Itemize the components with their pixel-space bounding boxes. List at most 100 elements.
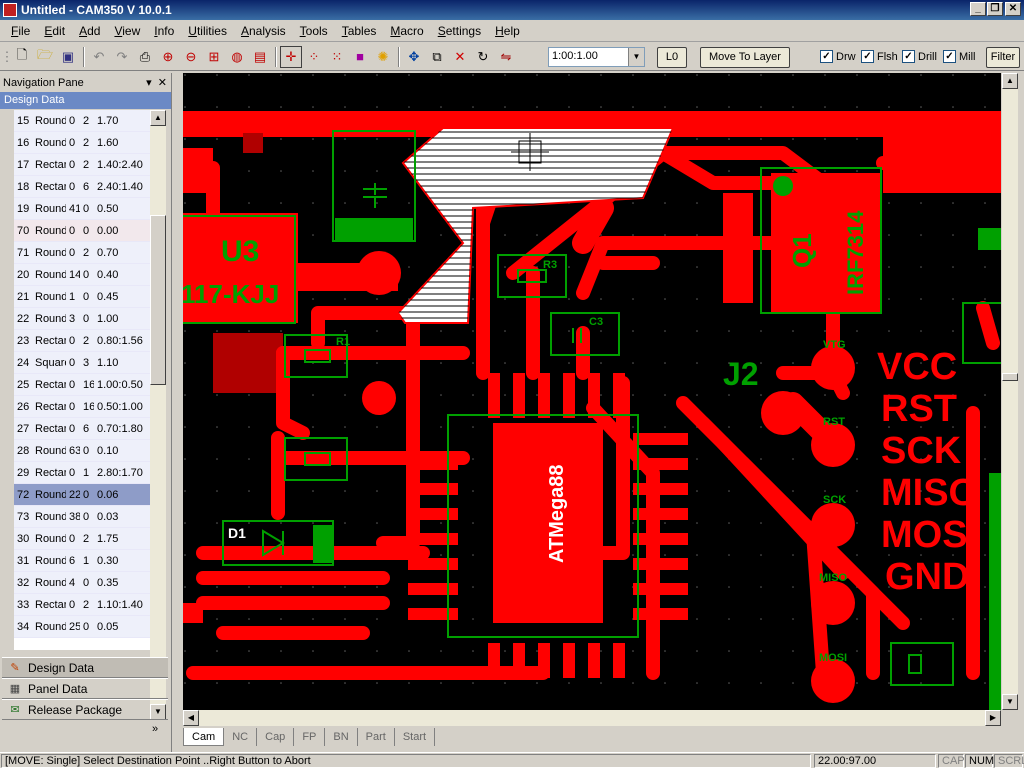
tab-part[interactable]: Part xyxy=(358,728,395,746)
pcb-canvas[interactable]: U3 117-KJJ J2 Q1 IRF7314 R3 C3 R1 VTG RS… xyxy=(183,73,1001,710)
rotate-icon[interactable]: ↻ xyxy=(472,46,494,68)
zoom-out-icon[interactable]: ⊖ xyxy=(180,46,202,68)
aperture-row[interactable]: 30 Round 0 2 1.75 xyxy=(14,528,150,550)
aperture-a: 0 xyxy=(69,136,76,149)
aperture-row[interactable]: 23 Rectar 0 2 0.80:1.56 xyxy=(14,330,150,352)
aperture-list-scrollbar[interactable]: ▲ ▼ xyxy=(150,110,166,720)
nav-panel-data[interactable]: ▦ Panel Data xyxy=(2,678,168,699)
new-file-icon[interactable]: 🗋 xyxy=(11,46,33,68)
nav-design-data[interactable]: ✎ Design Data xyxy=(2,657,168,678)
minimize-button[interactable]: _ xyxy=(970,2,986,16)
copy-icon[interactable]: ⧉ xyxy=(426,46,448,68)
zoom-in-icon[interactable]: ⊕ xyxy=(157,46,179,68)
zoom-all-icon[interactable]: ▤ xyxy=(249,46,271,68)
move-to-layer-button[interactable]: Move To Layer xyxy=(700,47,790,68)
layer-color-icon[interactable]: ■ xyxy=(349,46,371,68)
tab-nc[interactable]: NC xyxy=(224,728,258,746)
menu-tools[interactable]: Tools xyxy=(293,24,335,38)
close-button[interactable]: ✕ xyxy=(1005,2,1021,16)
pcb-drawing[interactable]: U3 117-KJJ J2 Q1 IRF7314 R3 C3 R1 VTG RS… xyxy=(183,73,1001,710)
aperture-row[interactable]: 16 Round 0 2 1.60 xyxy=(14,132,150,154)
aperture-b: 0 xyxy=(83,268,90,281)
print-icon[interactable]: ⎙ xyxy=(134,46,156,68)
menu-utilities[interactable]: Utilities xyxy=(181,24,234,38)
aperture-row[interactable]: 17 Rectar 0 2 1.40:2.40 xyxy=(14,154,150,176)
scroll-left-icon[interactable]: ◀ xyxy=(183,710,199,726)
scroll-right-icon[interactable]: ▶ xyxy=(985,710,1001,726)
aperture-row[interactable]: 15 Round 0 2 1.70 xyxy=(14,110,150,132)
menu-tables[interactable]: Tables xyxy=(335,24,384,38)
draw-checkbox[interactable]: ✓ Drw xyxy=(820,50,856,63)
aperture-row[interactable]: 20 Round 14 0 0.40 xyxy=(14,264,150,286)
save-icon[interactable]: ▣ xyxy=(57,46,79,68)
tab-bn[interactable]: BN xyxy=(325,728,358,746)
grid-icon[interactable]: ⁙ xyxy=(326,46,348,68)
board-edge-silk xyxy=(989,473,1001,710)
aperture-row[interactable]: 31 Round 6 1 0.30 xyxy=(14,550,150,572)
aperture-row[interactable]: 32 Round 4 0 0.35 xyxy=(14,572,150,594)
close-icon[interactable]: ▾ ✕ xyxy=(146,76,167,89)
chevron-down-icon[interactable]: ▼ xyxy=(628,48,644,66)
layer-button[interactable]: L0 xyxy=(657,47,687,68)
mirror-icon[interactable]: ⇋ xyxy=(495,46,517,68)
aperture-row[interactable]: 22 Round 3 0 1.00 xyxy=(14,308,150,330)
menu-edit[interactable]: Edit xyxy=(37,24,72,38)
menu-analysis[interactable]: Analysis xyxy=(234,24,293,38)
canvas-horizontal-scrollbar[interactable]: ◀ ▶ xyxy=(183,710,1001,726)
aperture-row[interactable]: 72 Round 22 0 0.06 xyxy=(14,484,150,506)
grid-dots-icon[interactable]: ⁘ xyxy=(303,46,325,68)
aperture-row[interactable]: 70 Round 0 0 0.00 xyxy=(14,220,150,242)
tab-fp[interactable]: FP xyxy=(294,728,326,746)
aperture-row[interactable]: 71 Round 0 2 0.70 xyxy=(14,242,150,264)
scrollbar-thumb[interactable] xyxy=(1002,373,1018,381)
flash-checkbox[interactable]: ✓ Flsh xyxy=(861,50,898,63)
zoom-ratio-select[interactable]: 1:00:1.00 ▼ xyxy=(548,47,645,67)
snap-grid-icon[interactable]: ✛ xyxy=(280,45,302,68)
redraw-icon[interactable]: ◍ xyxy=(226,46,248,68)
aperture-row[interactable]: 33 Rectar 0 2 1.10:1.40 xyxy=(14,594,150,616)
menu-info[interactable]: Info xyxy=(147,24,181,38)
menu-add[interactable]: Add xyxy=(72,24,107,38)
menu-view[interactable]: View xyxy=(107,24,147,38)
menu-file[interactable]: File xyxy=(4,24,37,38)
scroll-up-icon[interactable]: ▲ xyxy=(1002,73,1018,89)
aperture-row[interactable]: 29 Rectar 0 1 2.80:1.70 xyxy=(14,462,150,484)
aperture-row[interactable]: 27 Rectar 0 6 0.70:1.80 xyxy=(14,418,150,440)
tab-cam[interactable]: Cam xyxy=(183,728,225,746)
aperture-row[interactable]: 34 Round 25 0 0.05 xyxy=(14,616,150,638)
move-icon[interactable]: ✥ xyxy=(403,46,425,68)
aperture-row[interactable]: 26 Rectar 0 16 0.50:1.00 xyxy=(14,396,150,418)
highlight-icon[interactable]: ✺ xyxy=(372,46,394,68)
aperture-row[interactable]: 19 Round 41 0 0.50 xyxy=(14,198,150,220)
undo-icon[interactable]: ↶ xyxy=(88,46,110,68)
menu-settings[interactable]: Settings xyxy=(431,24,488,38)
nav-release-package[interactable]: ✉ Release Package xyxy=(2,699,168,720)
aperture-row[interactable]: 25 Rectar 0 16 1.00:0.50 xyxy=(14,374,150,396)
scrollbar-thumb[interactable] xyxy=(150,215,166,385)
redo-icon[interactable]: ↷ xyxy=(111,46,133,68)
aperture-row[interactable]: 24 Square03 1.10 xyxy=(14,352,150,374)
open-folder-icon[interactable]: 🗁 xyxy=(34,46,56,68)
aperture-row[interactable]: 73 Round 38 0 0.03 xyxy=(14,506,150,528)
menu-help[interactable]: Help xyxy=(488,24,527,38)
delete-icon[interactable]: ✕ xyxy=(449,46,471,68)
restore-button[interactable]: ❐ xyxy=(987,2,1003,16)
aperture-shape: Round xyxy=(35,114,66,127)
zoom-window-icon[interactable]: ⊞ xyxy=(203,46,225,68)
aperture-shape: Round xyxy=(35,620,66,633)
filter-button[interactable]: Filter xyxy=(986,47,1020,68)
aperture-size: 1.70 xyxy=(97,114,119,127)
menu-macro[interactable]: Macro xyxy=(383,24,430,38)
status-coordinates: 22.00:97.00 xyxy=(814,754,936,768)
aperture-row[interactable]: 28 Round 63 0 0.10 xyxy=(14,440,150,462)
tab-start[interactable]: Start xyxy=(395,728,436,746)
expand-icon[interactable]: » xyxy=(152,723,158,735)
canvas-vertical-scrollbar[interactable]: ▲ ▼ xyxy=(1002,73,1018,710)
drill-checkbox[interactable]: ✓ Drill xyxy=(902,50,937,63)
aperture-row[interactable]: 18 Rectar 0 6 2.40:1.40 xyxy=(14,176,150,198)
tab-cap[interactable]: Cap xyxy=(257,728,295,746)
mill-checkbox[interactable]: ✓ Mill xyxy=(943,50,976,63)
scroll-down-icon[interactable]: ▼ xyxy=(1002,694,1018,710)
aperture-row[interactable]: 21 Round 1 0 0.45 xyxy=(14,286,150,308)
scroll-up-icon[interactable]: ▲ xyxy=(150,110,166,126)
